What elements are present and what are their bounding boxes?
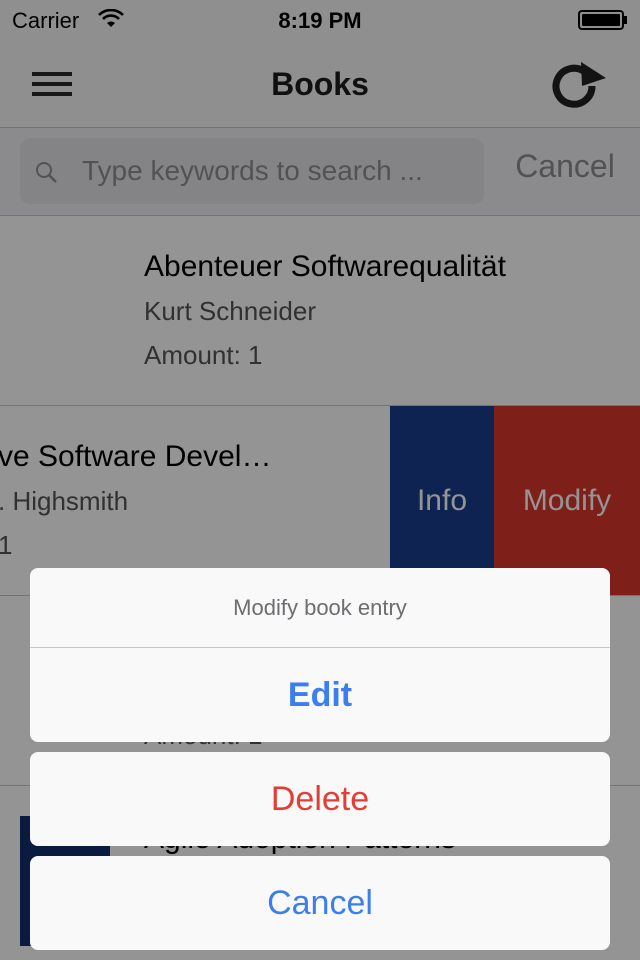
delete-button[interactable]: Delete [30,752,610,846]
action-sheet-title: Modify book entry [30,568,610,648]
action-sheet: Modify book entry Edit [30,568,610,742]
edit-button[interactable]: Edit [30,648,610,742]
cancel-button[interactable]: Cancel [30,856,610,950]
